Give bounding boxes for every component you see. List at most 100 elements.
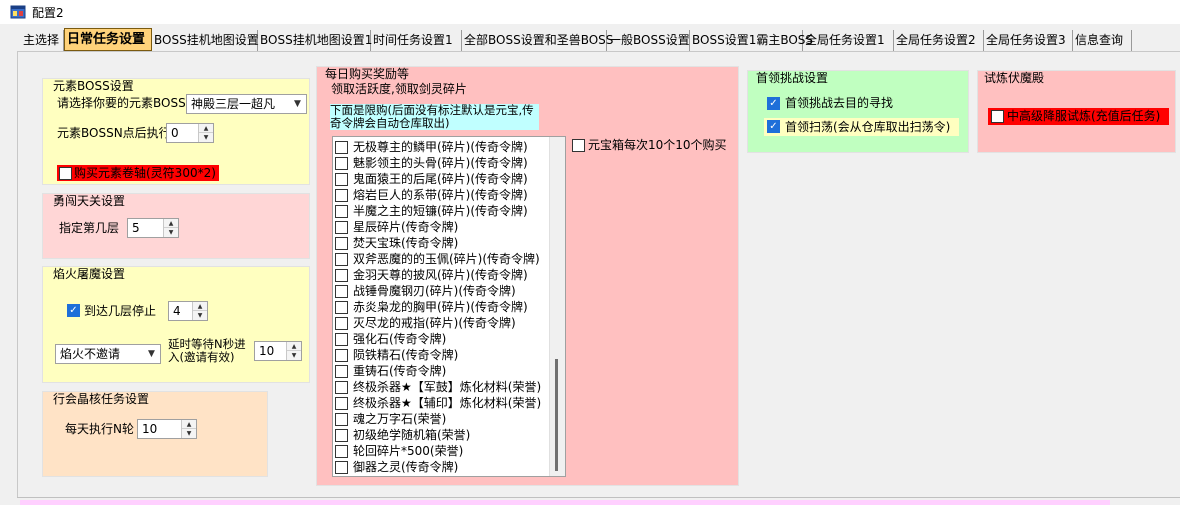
trial-option-checkbox[interactable] — [991, 110, 1004, 123]
list-item-checkbox[interactable] — [335, 173, 348, 186]
list-item-label: 强化石(传奇令牌) — [353, 332, 447, 346]
tab-daily-tasks[interactable]: 日常任务设置 — [64, 28, 152, 51]
list-item-label: 无极尊主的鳞甲(碎片)(传奇令牌) — [353, 140, 528, 154]
stepper-up-icon[interactable]: ▲ — [164, 219, 178, 228]
tab-info-query[interactable]: 信息查询 — [1073, 30, 1132, 51]
list-item-checkbox[interactable] — [335, 269, 348, 282]
tab-normal-boss[interactable]: 一般BOSS设置 — [607, 30, 690, 51]
stepper-up-icon[interactable]: ▲ — [193, 302, 207, 311]
leader-seek-label: 首领挑战去目的寻找 — [785, 96, 894, 110]
list-item-checkbox[interactable] — [335, 157, 348, 170]
trial-option-label: 中高级降服试炼(充值后任务) — [1007, 109, 1161, 123]
buy-scroll-checkbox[interactable] — [59, 167, 72, 180]
list-item-label: 鬼面猿王的后尾(碎片)(传奇令牌) — [353, 172, 528, 186]
window-title: 配置2 — [32, 6, 64, 20]
stepper-value: 10 — [142, 422, 158, 436]
tab-all-boss[interactable]: 全部BOSS设置和圣兽BOSS — [462, 30, 613, 51]
tab-main-select[interactable]: 主选择 — [21, 30, 64, 51]
list-item-checkbox[interactable] — [335, 333, 348, 346]
yuanbao-label: 元宝箱每次10个10个购买 — [588, 138, 727, 152]
leader-seek-checkbox[interactable]: ✓ — [767, 97, 780, 110]
element-boss-select[interactable]: 神殿三层一超凡 ▼ — [186, 94, 307, 114]
flame-stop-label: 到达几层停止 — [84, 304, 157, 318]
list-item-checkbox[interactable] — [335, 285, 348, 298]
leader-sweep-checkbox[interactable]: ✓ — [767, 120, 780, 133]
tab-global-3[interactable]: 全局任务设置3 — [984, 30, 1073, 51]
chevron-down-icon: ▼ — [294, 99, 301, 109]
stepper-up-icon[interactable]: ▲ — [182, 420, 196, 429]
guild-rounds-stepper[interactable]: 10 ▲ ▼ — [137, 419, 197, 439]
stepper-down-icon[interactable]: ▼ — [182, 429, 196, 438]
selected-value: 神殿三层一超凡 — [191, 97, 276, 111]
tab-overlord-boss[interactable]: BOSS设置1霸主BOSS — [690, 30, 813, 51]
flame-delay-label: 延时等待N秒进入(邀请有效) — [168, 337, 246, 364]
stepper-down-icon[interactable]: ▼ — [164, 228, 178, 237]
list-item-label: 终极杀器★【辅印】炼化材料(荣誉) — [353, 396, 542, 410]
group-title: 试炼伏魔殿 — [984, 71, 1045, 85]
group-title: 勇闯天关设置 — [53, 194, 126, 208]
stepper-down-icon[interactable]: ▼ — [287, 351, 301, 360]
list-item-label: 魂之万字石(荣誉) — [353, 412, 447, 426]
stepper-up-icon[interactable]: ▲ — [287, 342, 301, 351]
tab-global-1[interactable]: 全局任务设置1 — [803, 30, 894, 51]
list-item-checkbox[interactable] — [335, 365, 348, 378]
list-item-label: 初级绝学随机箱(荣誉) — [353, 428, 471, 442]
buy-items-list[interactable]: 无极尊主的鳞甲(碎片)(传奇令牌) 魅影领主的头骨(碎片)(传奇令牌) 鬼面猿王的后… — [332, 136, 566, 477]
brave-floor-stepper[interactable]: 5 ▲ ▼ — [127, 218, 179, 238]
limit-note: 下面是限购(后面没有标注默认是元宝,传奇令牌会自动仓库取出) — [330, 104, 539, 130]
list-item-label: 半魔之主的短镰(碎片)(传奇令牌) — [353, 204, 528, 218]
scrollbar-thumb[interactable] — [555, 359, 558, 471]
flame-stop-checkbox[interactable]: ✓ — [67, 304, 80, 317]
group-title: 元素BOSS设置 — [53, 79, 134, 93]
daily-buy-sub-label: 领取活跃度,领取剑灵碎片 — [331, 82, 467, 96]
list-item-checkbox[interactable] — [335, 381, 348, 394]
list-item-label: 陨铁精石(传奇令牌) — [353, 348, 459, 362]
stepper-value: 5 — [132, 221, 140, 235]
stepper-value: 0 — [171, 126, 179, 140]
element-boss-time-stepper[interactable]: 0 ▲ ▼ — [166, 123, 214, 143]
tab-timed-tasks-1[interactable]: 时间任务设置1 — [371, 30, 462, 51]
list-item-checkbox[interactable] — [335, 445, 348, 458]
list-item-label: 双斧恶魔的的玉佩(碎片)(传奇令牌) — [353, 252, 540, 266]
list-item-checkbox[interactable] — [335, 397, 348, 410]
list-item-label: 轮回碎片*500(荣誉) — [353, 444, 464, 458]
stepper-up-icon[interactable]: ▲ — [199, 124, 213, 133]
tab-boss-map[interactable]: BOSS挂机地图设置 — [152, 30, 259, 51]
leader-sweep-label: 首领扫荡(会从仓库取出扫荡令) — [785, 120, 951, 134]
leader-group: 首领挑战设置 — [747, 70, 969, 153]
stepper-down-icon[interactable]: ▼ — [199, 133, 213, 142]
app-window-icon — [10, 4, 26, 20]
list-item-checkbox[interactable] — [335, 413, 348, 426]
list-item-checkbox[interactable] — [335, 461, 348, 474]
flame-stop-stepper[interactable]: 4 ▲ ▼ — [168, 301, 208, 321]
title-bar — [0, 0, 1180, 24]
list-item-checkbox[interactable] — [335, 221, 348, 234]
list-item-checkbox[interactable] — [335, 317, 348, 330]
yuanbao-checkbox[interactable] — [572, 139, 585, 152]
list-item-checkbox[interactable] — [335, 205, 348, 218]
list-scrollbar[interactable] — [549, 137, 565, 476]
flame-delay-stepper[interactable]: 10 ▲ ▼ — [254, 341, 302, 361]
list-item-checkbox[interactable] — [335, 429, 348, 442]
flame-invite-select[interactable]: 焰火不邀请 ▼ — [55, 344, 161, 364]
list-item-label: 御器之灵(传奇令牌) — [353, 460, 459, 474]
stepper-value: 4 — [173, 304, 181, 318]
list-item-checkbox[interactable] — [335, 141, 348, 154]
list-item-checkbox[interactable] — [335, 349, 348, 362]
list-item-checkbox[interactable] — [335, 237, 348, 250]
list-item-label: 终极杀器★【军鼓】炼化材料(荣誉) — [353, 380, 542, 394]
list-item-label: 金羽天尊的披风(碎片)(传奇令牌) — [353, 268, 528, 282]
list-item-checkbox[interactable] — [335, 189, 348, 202]
tab-global-2[interactable]: 全局任务设置2 — [894, 30, 984, 51]
stepper-down-icon[interactable]: ▼ — [193, 311, 207, 320]
flame-group: 焰火屠魔设置 — [42, 266, 310, 383]
list-item-label: 星辰碎片(传奇令牌) — [353, 220, 459, 234]
group-title: 行会晶核任务设置 — [53, 392, 150, 406]
element-boss-time-label: 元素BOSSN点后执行 — [57, 126, 171, 140]
list-item-checkbox[interactable] — [335, 253, 348, 266]
list-item-label: 赤炎枭龙的胸甲(碎片)(传奇令牌) — [353, 300, 528, 314]
group-title: 首领挑战设置 — [756, 71, 829, 85]
brave-floor-label: 指定第几层 — [59, 221, 120, 235]
tab-boss-map-1[interactable]: BOSS挂机地图设置1 — [258, 30, 372, 51]
list-item-checkbox[interactable] — [335, 301, 348, 314]
